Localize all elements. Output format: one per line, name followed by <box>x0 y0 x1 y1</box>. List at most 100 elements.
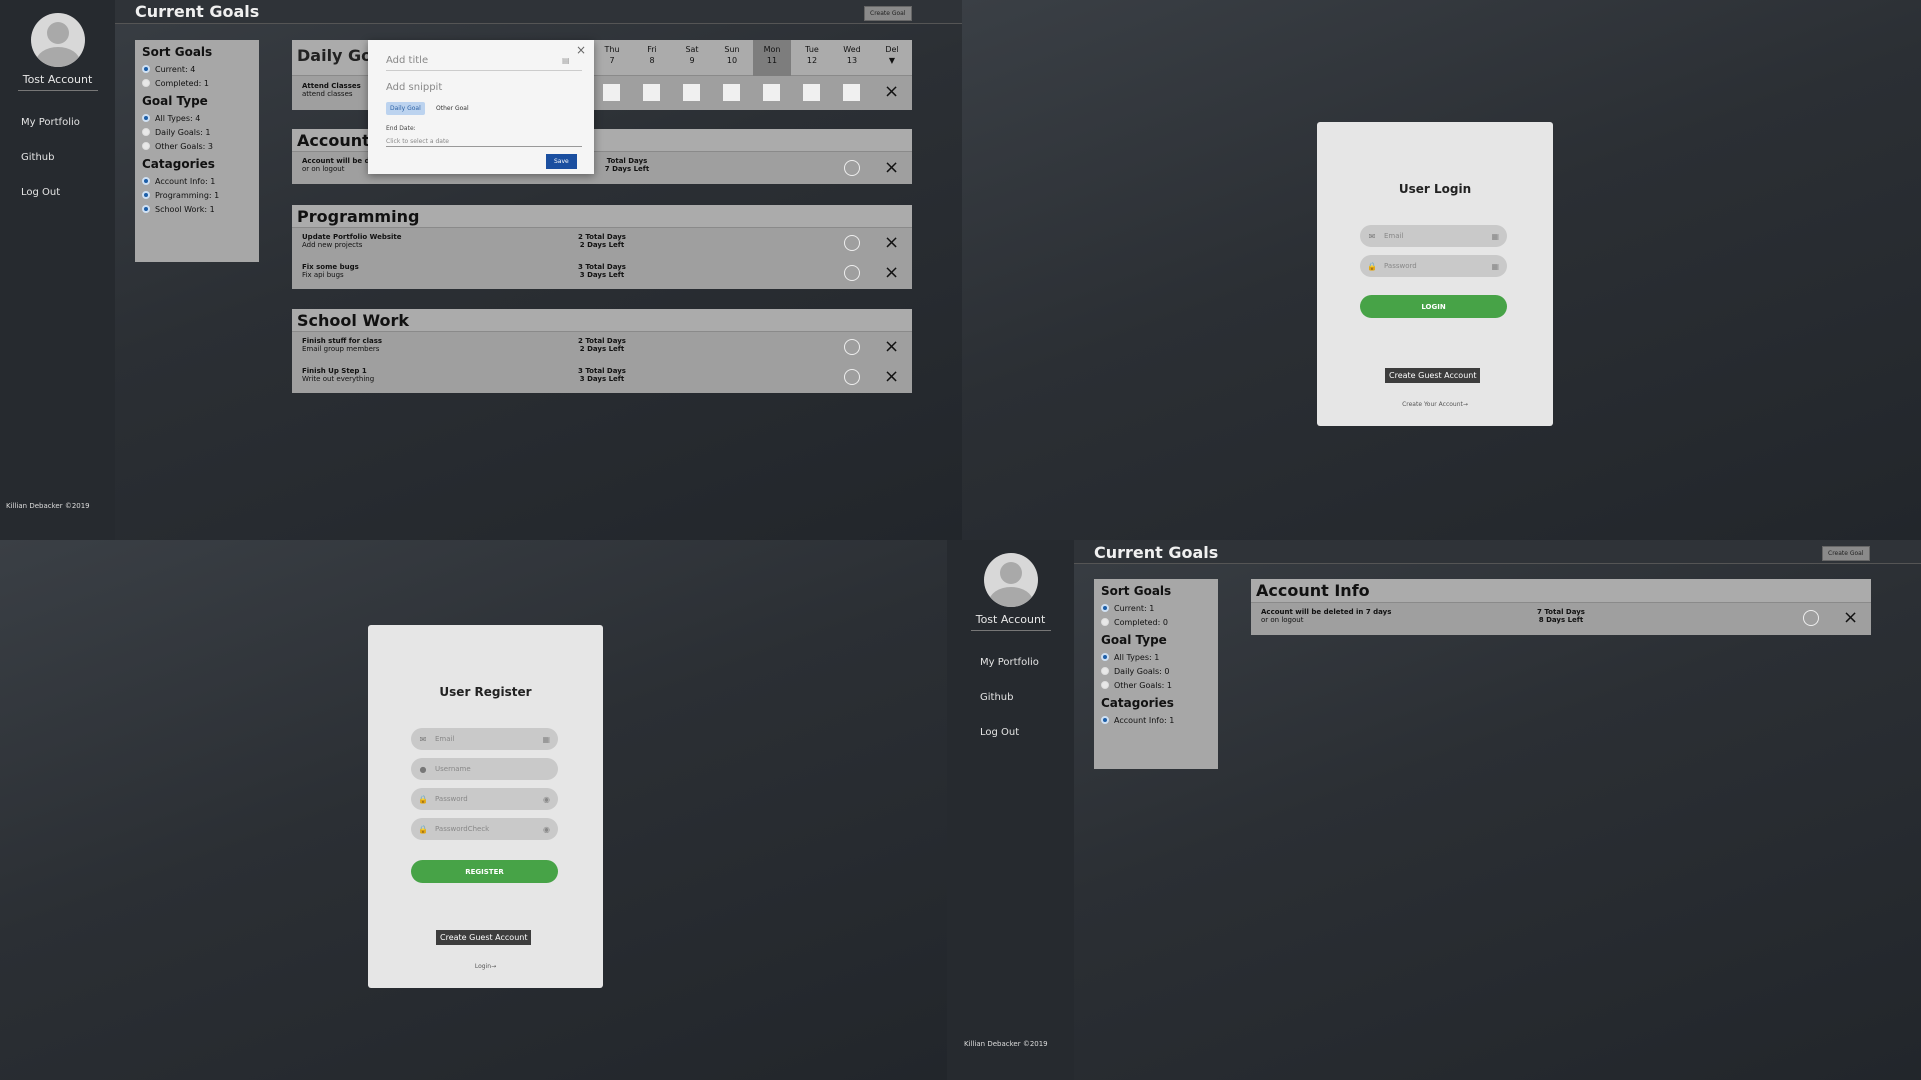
day-checkbox[interactable] <box>843 84 860 101</box>
delete-icon[interactable]: × <box>884 83 899 101</box>
radio-icon[interactable] <box>142 114 150 122</box>
radio-icon[interactable] <box>142 142 150 150</box>
login-link[interactable]: Login→ <box>368 963 603 970</box>
date-picker-input[interactable]: Click to select a date <box>386 138 582 147</box>
radio-icon[interactable] <box>1101 653 1109 661</box>
filter-other-goals[interactable]: Other Goals: 3 <box>142 139 252 153</box>
filter-all-types[interactable]: All Types: 1 <box>1101 650 1211 664</box>
login-card: User Login ✉ Email ▦ 🔒 Password ▦ LOGIN Crea… <box>1317 122 1553 426</box>
password-field[interactable]: 🔒 Password ◉ <box>411 788 558 810</box>
envelope-icon: ✉ <box>419 734 427 744</box>
goal-row: Fix some bugs Fix api bugs 3 Total Days 3 … <box>302 263 626 279</box>
close-icon[interactable]: × <box>576 43 586 57</box>
tab-daily-goal[interactable]: Daily Goal <box>386 102 425 115</box>
eye-icon[interactable]: ◉ <box>543 825 550 834</box>
page-title: Current Goals <box>1094 543 1219 562</box>
filter-current[interactable]: Current: 1 <box>1101 601 1211 615</box>
lock-icon: 🔒 <box>418 824 428 834</box>
create-goal-button[interactable]: Create Goal <box>864 6 912 21</box>
clipboard-icon: ▤ <box>562 56 570 65</box>
filter-cat-account[interactable]: Account Info: 1 <box>1101 713 1211 727</box>
nav-my-portfolio[interactable]: My Portfolio <box>21 117 115 128</box>
radio-icon[interactable] <box>142 128 150 136</box>
delete-icon[interactable]: × <box>1843 609 1858 627</box>
delete-icon[interactable]: × <box>884 338 899 356</box>
radio-icon[interactable] <box>142 177 150 185</box>
nav-log-out[interactable]: Log Out <box>980 727 1074 738</box>
username-field[interactable]: ● Username <box>411 758 558 780</box>
create-guest-account-button[interactable]: Create Guest Account <box>1385 368 1481 383</box>
register-view: User Register ✉ Email ▦ ● Username 🔒 Passwor… <box>0 540 947 1080</box>
radio-icon[interactable] <box>1101 716 1109 724</box>
filter-other-goals[interactable]: Other Goals: 1 <box>1101 678 1211 692</box>
password-field[interactable]: 🔒 Password ▦ <box>1360 255 1507 277</box>
snippet-input[interactable]: Add snippit <box>386 82 442 93</box>
day-header-selected: Mon 11 <box>753 40 791 76</box>
delete-column-header[interactable]: Del ▼ <box>873 40 911 76</box>
day-header: Sat 9 <box>685 45 699 65</box>
account-name: Tost Account <box>22 73 93 86</box>
filter-cat-programming[interactable]: Programming: 1 <box>142 188 252 202</box>
title-input[interactable]: Add title <box>386 55 428 66</box>
delete-icon[interactable]: × <box>884 368 899 386</box>
avatar <box>983 553 1038 607</box>
email-field[interactable]: ✉ Email ▦ <box>411 728 558 750</box>
day-checkbox[interactable] <box>803 84 820 101</box>
complete-toggle[interactable] <box>1803 610 1819 626</box>
footer: Killian Debacker ©2019 <box>6 502 90 510</box>
save-button[interactable]: Save <box>546 154 577 169</box>
sort-goals-heading: Sort Goals <box>142 45 213 59</box>
delete-icon[interactable]: × <box>884 159 899 177</box>
filter-cat-account[interactable]: Account Info: 1 <box>142 174 252 188</box>
create-goal-button[interactable]: Create Goal <box>1822 546 1870 561</box>
nav-github[interactable]: Github <box>980 692 1074 703</box>
day-checkbox[interactable] <box>603 84 620 101</box>
complete-toggle[interactable] <box>844 369 860 385</box>
nav-github[interactable]: Github <box>21 152 115 163</box>
delete-icon[interactable]: × <box>884 264 899 282</box>
day-checkbox[interactable] <box>763 84 780 101</box>
filter-completed[interactable]: Completed: 1 <box>142 76 252 90</box>
filter-all-types[interactable]: All Types: 4 <box>142 111 252 125</box>
radio-icon[interactable] <box>142 65 150 73</box>
eye-icon[interactable]: ◉ <box>543 795 550 804</box>
radio-icon[interactable] <box>1101 604 1109 612</box>
day-checkbox[interactable] <box>723 84 740 101</box>
lock-icon: 🔒 <box>1367 261 1377 271</box>
envelope-icon: ✉ <box>1368 231 1376 241</box>
day-checkbox[interactable] <box>643 84 660 101</box>
complete-toggle[interactable] <box>844 235 860 251</box>
nav-log-out[interactable]: Log Out <box>21 187 115 198</box>
create-guest-account-button[interactable]: Create Guest Account <box>436 930 532 945</box>
nav-my-portfolio[interactable]: My Portfolio <box>980 657 1074 668</box>
complete-toggle[interactable] <box>844 160 860 176</box>
section-title: School Work <box>292 309 912 332</box>
filter-daily-goals[interactable]: Daily Goals: 1 <box>142 125 252 139</box>
register-button[interactable]: REGISTER <box>411 860 558 883</box>
create-account-link[interactable]: Create Your Account→ <box>1317 401 1553 408</box>
radio-icon[interactable] <box>1101 681 1109 689</box>
goal-row: Update Portfolio Website Add new projects… <box>302 233 626 249</box>
login-button[interactable]: LOGIN <box>1360 295 1507 318</box>
radio-icon[interactable] <box>142 79 150 87</box>
filter-daily-goals[interactable]: Daily Goals: 0 <box>1101 664 1211 678</box>
categories-heading: Catagories <box>1101 696 1174 710</box>
radio-icon[interactable] <box>142 191 150 199</box>
complete-toggle[interactable] <box>844 265 860 281</box>
radio-icon[interactable] <box>1101 618 1109 626</box>
dashboard-view-account: Tost Account My Portfolio Github Log Out… <box>947 540 1921 1080</box>
filter-current[interactable]: Current: 4 <box>142 62 252 76</box>
complete-toggle[interactable] <box>844 339 860 355</box>
filter-completed[interactable]: Completed: 0 <box>1101 615 1211 629</box>
password-check-field[interactable]: 🔒 PasswordCheck ◉ <box>411 818 558 840</box>
radio-icon[interactable] <box>142 205 150 213</box>
day-checkbox[interactable] <box>683 84 700 101</box>
email-field[interactable]: ✉ Email ▦ <box>1360 225 1507 247</box>
filter-cat-school[interactable]: School Work: 1 <box>142 202 252 216</box>
categories-heading: Catagories <box>142 157 215 171</box>
section-title: Programming <box>292 205 912 228</box>
user-icon: ● <box>419 764 427 774</box>
radio-icon[interactable] <box>1101 667 1109 675</box>
tab-other-goal[interactable]: Other Goal <box>432 102 473 115</box>
delete-icon[interactable]: × <box>884 234 899 252</box>
